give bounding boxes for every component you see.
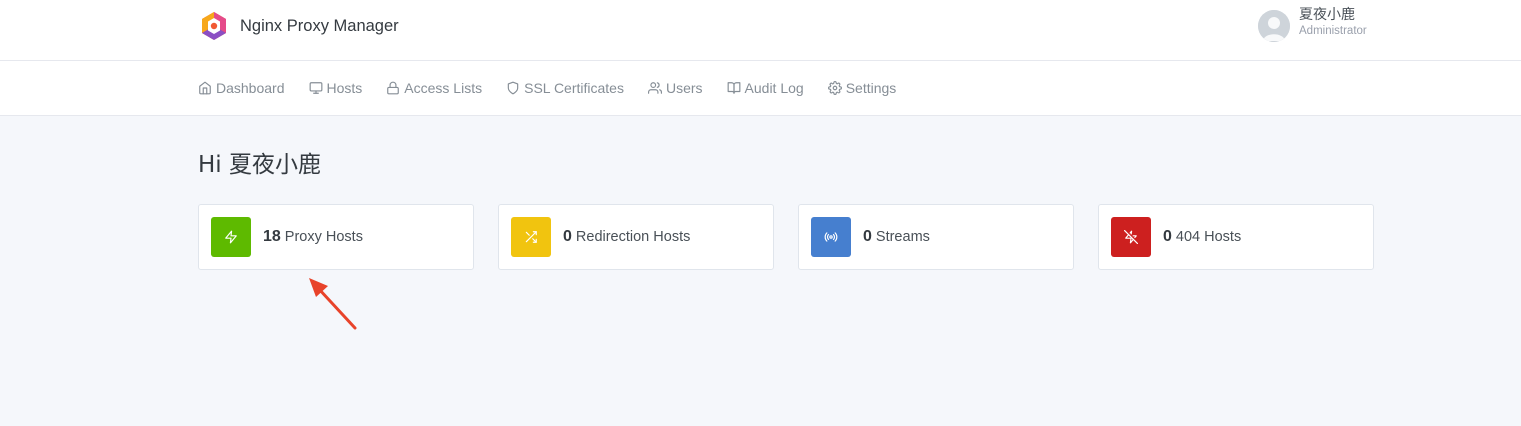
card-label: Streams (875, 229, 930, 245)
nav-item-users[interactable]: Users (647, 80, 703, 96)
nav-item-label: Audit Log (744, 80, 804, 96)
radio-icon (824, 232, 838, 242)
nav-item-label: Settings (845, 80, 897, 96)
nav-item-hosts[interactable]: Hosts (309, 80, 363, 96)
card-count: 0 (1163, 228, 1172, 245)
nav-item-label: SSL Certificates (524, 80, 624, 96)
nav-item-label: Users (665, 80, 703, 96)
card-stamp (211, 217, 251, 257)
lock-icon (387, 81, 400, 95)
monitor-icon (309, 82, 322, 94)
zap-icon (225, 230, 237, 244)
redirection-hosts-card[interactable]: 0 Redirection Hosts (498, 204, 774, 270)
card-label: 404 Hosts (1175, 229, 1242, 245)
proxy-hosts-card[interactable]: 18 Proxy Hosts (198, 204, 474, 270)
nav-item-dashboard[interactable]: Dashboard (198, 80, 285, 96)
annotation-arrow (309, 278, 357, 330)
home-icon (199, 81, 211, 95)
card-label: Redirection Hosts (575, 229, 691, 245)
settings-icon (827, 81, 842, 95)
card-count: 18 (263, 228, 281, 245)
brand[interactable]: Nginx Proxy Manager (198, 10, 399, 42)
annotation-arrow-shaft (316, 286, 357, 330)
nginx-proxy-manager-logo-icon (202, 12, 226, 40)
card-count: 0 (563, 228, 572, 245)
nav-item-label: Hosts (326, 80, 363, 96)
book-open-icon (727, 82, 740, 94)
streams-card[interactable]: 0 Streams (798, 204, 1074, 270)
user-menu[interactable]: 夏夜小鹿 Administrator (1258, 8, 1367, 42)
nav-item-ssl-certificates[interactable]: SSL Certificates (506, 80, 624, 96)
nav-item-label: Access Lists (404, 80, 483, 96)
app-title: Nginx Proxy Manager (240, 16, 399, 35)
nav-item-label: Dashboard (216, 80, 285, 96)
nav-item-access-lists[interactable]: Access Lists (386, 80, 482, 96)
zap-off-icon (1124, 230, 1138, 244)
nav-item-settings[interactable]: Settings (827, 80, 897, 96)
user-role: Administrator (1299, 25, 1367, 37)
user-avatar-icon (1258, 10, 1290, 42)
card-count: 0 (863, 228, 872, 245)
card-stamp (511, 217, 551, 257)
shield-icon (507, 81, 519, 95)
main-nav: Dashboard Hosts Access Lists SSL Certifi… (0, 61, 1521, 116)
users-icon (647, 82, 662, 94)
nav-item-audit-log[interactable]: Audit Log (727, 80, 804, 96)
page-greeting: Hi 夏夜小鹿 (198, 152, 321, 178)
404-hosts-card[interactable]: 0 404 Hosts (1098, 204, 1374, 270)
shuffle-icon (525, 231, 537, 243)
card-stamp (1111, 217, 1151, 257)
top-header: Nginx Proxy Manager 夏夜小鹿 Administrator (0, 0, 1521, 61)
user-name: 夏夜小鹿 (1299, 7, 1355, 23)
card-label: Proxy Hosts (284, 229, 363, 245)
avatar[interactable] (1258, 10, 1290, 42)
card-stamp (811, 217, 851, 257)
